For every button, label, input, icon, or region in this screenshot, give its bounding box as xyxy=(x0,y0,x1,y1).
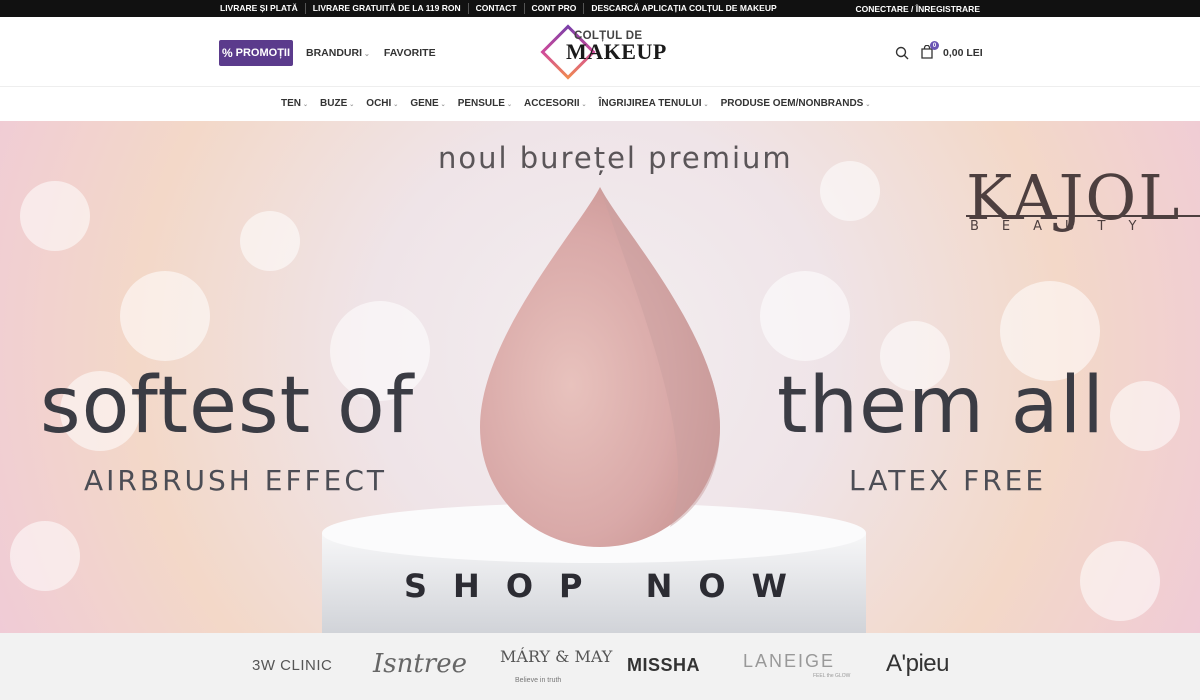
kajol-logo-subtext: BEAUTY xyxy=(970,219,1160,234)
bokeh-light xyxy=(760,271,850,361)
brand-logo-missha[interactable]: MISSHA xyxy=(627,655,700,676)
category-nav: TEN ⌄ BUZE ⌄ OCHI ⌄ GENE ⌄ PENSULE ⌄ ACCESORI… xyxy=(0,87,1200,202)
bokeh-light xyxy=(120,271,210,361)
promotions-button[interactable]: % PROMOȚII xyxy=(219,40,293,66)
top-bar: LIVRARE ȘI PLATĂ LIVRARE GRATUITĂ DE LA … xyxy=(0,0,1200,17)
brand-logos-strip: 3W CLINIC Isntree MÁRY & MAY Believe in … xyxy=(0,633,1200,700)
hero-feature-right: LATEX FREE xyxy=(849,464,1047,497)
nav-brands-label: BRANDURI xyxy=(306,47,362,59)
hero-headline-left: softest of xyxy=(40,361,415,451)
chevron-down-icon: ⌄ xyxy=(865,102,871,108)
category-accesorii[interactable]: ACCESORII ⌄ xyxy=(524,98,587,109)
hero-feature-left: AIRBRUSH EFFECT xyxy=(84,464,388,497)
cart-total[interactable]: 0,00 LEI xyxy=(943,47,983,59)
beauty-sponge-illustration xyxy=(480,187,720,547)
kajol-logo-divider xyxy=(966,215,1200,217)
category-ochi[interactable]: OCHI ⌄ xyxy=(366,98,398,109)
top-bar-links: LIVRARE ȘI PLATĂ LIVRARE GRATUITĂ DE LA … xyxy=(220,0,784,17)
link-delivery-payment[interactable]: LIVRARE ȘI PLATĂ xyxy=(220,3,305,14)
nav-item-favorites[interactable]: FAVORITE xyxy=(384,47,436,59)
search-icon[interactable] xyxy=(895,46,909,60)
login-register-link[interactable]: CONECTARE / ÎNREGISTRARE xyxy=(855,4,980,14)
cart-count-badge: 0 xyxy=(930,41,939,50)
shop-now-button[interactable]: SHOP NOW xyxy=(404,567,813,605)
category-pensule[interactable]: PENSULE ⌄ xyxy=(458,98,512,109)
bokeh-light xyxy=(1080,541,1160,621)
link-contact[interactable]: CONTACT xyxy=(467,3,524,14)
category-label: ACCESORII xyxy=(523,98,580,109)
bokeh-light xyxy=(20,181,90,251)
category-produse-oem[interactable]: PRODUSE OEM/NONBRANDS ⌄ xyxy=(721,98,871,109)
bokeh-light xyxy=(820,161,880,221)
link-free-delivery[interactable]: LIVRARE GRATUITĂ DE LA 119 RON xyxy=(304,3,468,14)
category-ten[interactable]: TEN ⌄ xyxy=(281,98,308,109)
bokeh-light xyxy=(240,211,300,271)
brand-logo-laneige-tagline: FEEL the GLOW xyxy=(813,673,851,679)
brand-logo-mary-may-tagline: Believe in truth xyxy=(515,677,562,684)
logo-text-main: MAKEUP xyxy=(566,39,667,64)
chevron-down-icon: ⌄ xyxy=(506,102,512,108)
percent-icon: % xyxy=(221,46,233,60)
brand-logo-mary-may[interactable]: MÁRY & MAY xyxy=(500,647,612,666)
site-logo[interactable]: COLȚUL DE MAKEUP xyxy=(538,22,667,82)
category-label: BUZE xyxy=(320,98,348,109)
category-buze[interactable]: BUZE ⌄ xyxy=(320,98,354,109)
brand-logo-apieu[interactable]: A'pieu xyxy=(886,650,949,678)
bokeh-light xyxy=(1110,381,1180,451)
chevron-down-icon: ⌄ xyxy=(393,102,399,108)
chevron-down-icon: ⌄ xyxy=(581,102,587,108)
category-ingrijirea-tenului[interactable]: ÎNGRIJIREA TENULUI ⌄ xyxy=(599,98,709,109)
hero-headline-right: them all xyxy=(777,361,1105,451)
chevron-down-icon: ⌄ xyxy=(349,102,355,108)
bokeh-light xyxy=(10,521,80,591)
category-label: PENSULE xyxy=(457,98,505,109)
link-pro-account[interactable]: CONT PRO xyxy=(523,3,584,14)
chevron-down-icon: ⌄ xyxy=(703,102,709,108)
header-nav: BRANDURI ⌄ FAVORITE xyxy=(306,47,436,59)
brand-logo-laneige[interactable]: LANEIGE xyxy=(743,651,835,672)
main-header: % PROMOȚII BRANDURI ⌄ FAVORITE COLȚUL DE … xyxy=(0,17,1200,87)
category-label: GENE xyxy=(410,98,439,109)
chevron-down-icon: ⌄ xyxy=(440,102,446,108)
brand-logo-3w-clinic[interactable]: 3W CLINIC xyxy=(252,657,332,674)
category-label: TEN xyxy=(281,98,301,109)
category-label: ÎNGRIJIREA TENULUI xyxy=(598,98,702,109)
chevron-down-icon: ⌄ xyxy=(364,51,370,58)
hero-banner[interactable]: noul burețel premium KAJOL BEAUTY softes… xyxy=(0,121,1200,633)
hero-tagline: noul burețel premium xyxy=(438,141,793,175)
category-label: PRODUSE OEM/NONBRANDS xyxy=(720,98,864,109)
brand-logo-isntree[interactable]: Isntree xyxy=(373,649,467,679)
link-download-app[interactable]: DESCARCĂ APLICAȚIA COLȚUL DE MAKEUP xyxy=(583,3,783,14)
top-bar-account: CONECTARE / ÎNREGISTRARE xyxy=(855,0,980,17)
promotions-label: PROMOȚII xyxy=(235,47,291,59)
chevron-down-icon: ⌄ xyxy=(303,102,309,108)
category-label: OCHI xyxy=(366,98,392,109)
nav-item-brands[interactable]: BRANDURI ⌄ xyxy=(306,47,370,59)
category-gene[interactable]: GENE ⌄ xyxy=(410,98,445,109)
